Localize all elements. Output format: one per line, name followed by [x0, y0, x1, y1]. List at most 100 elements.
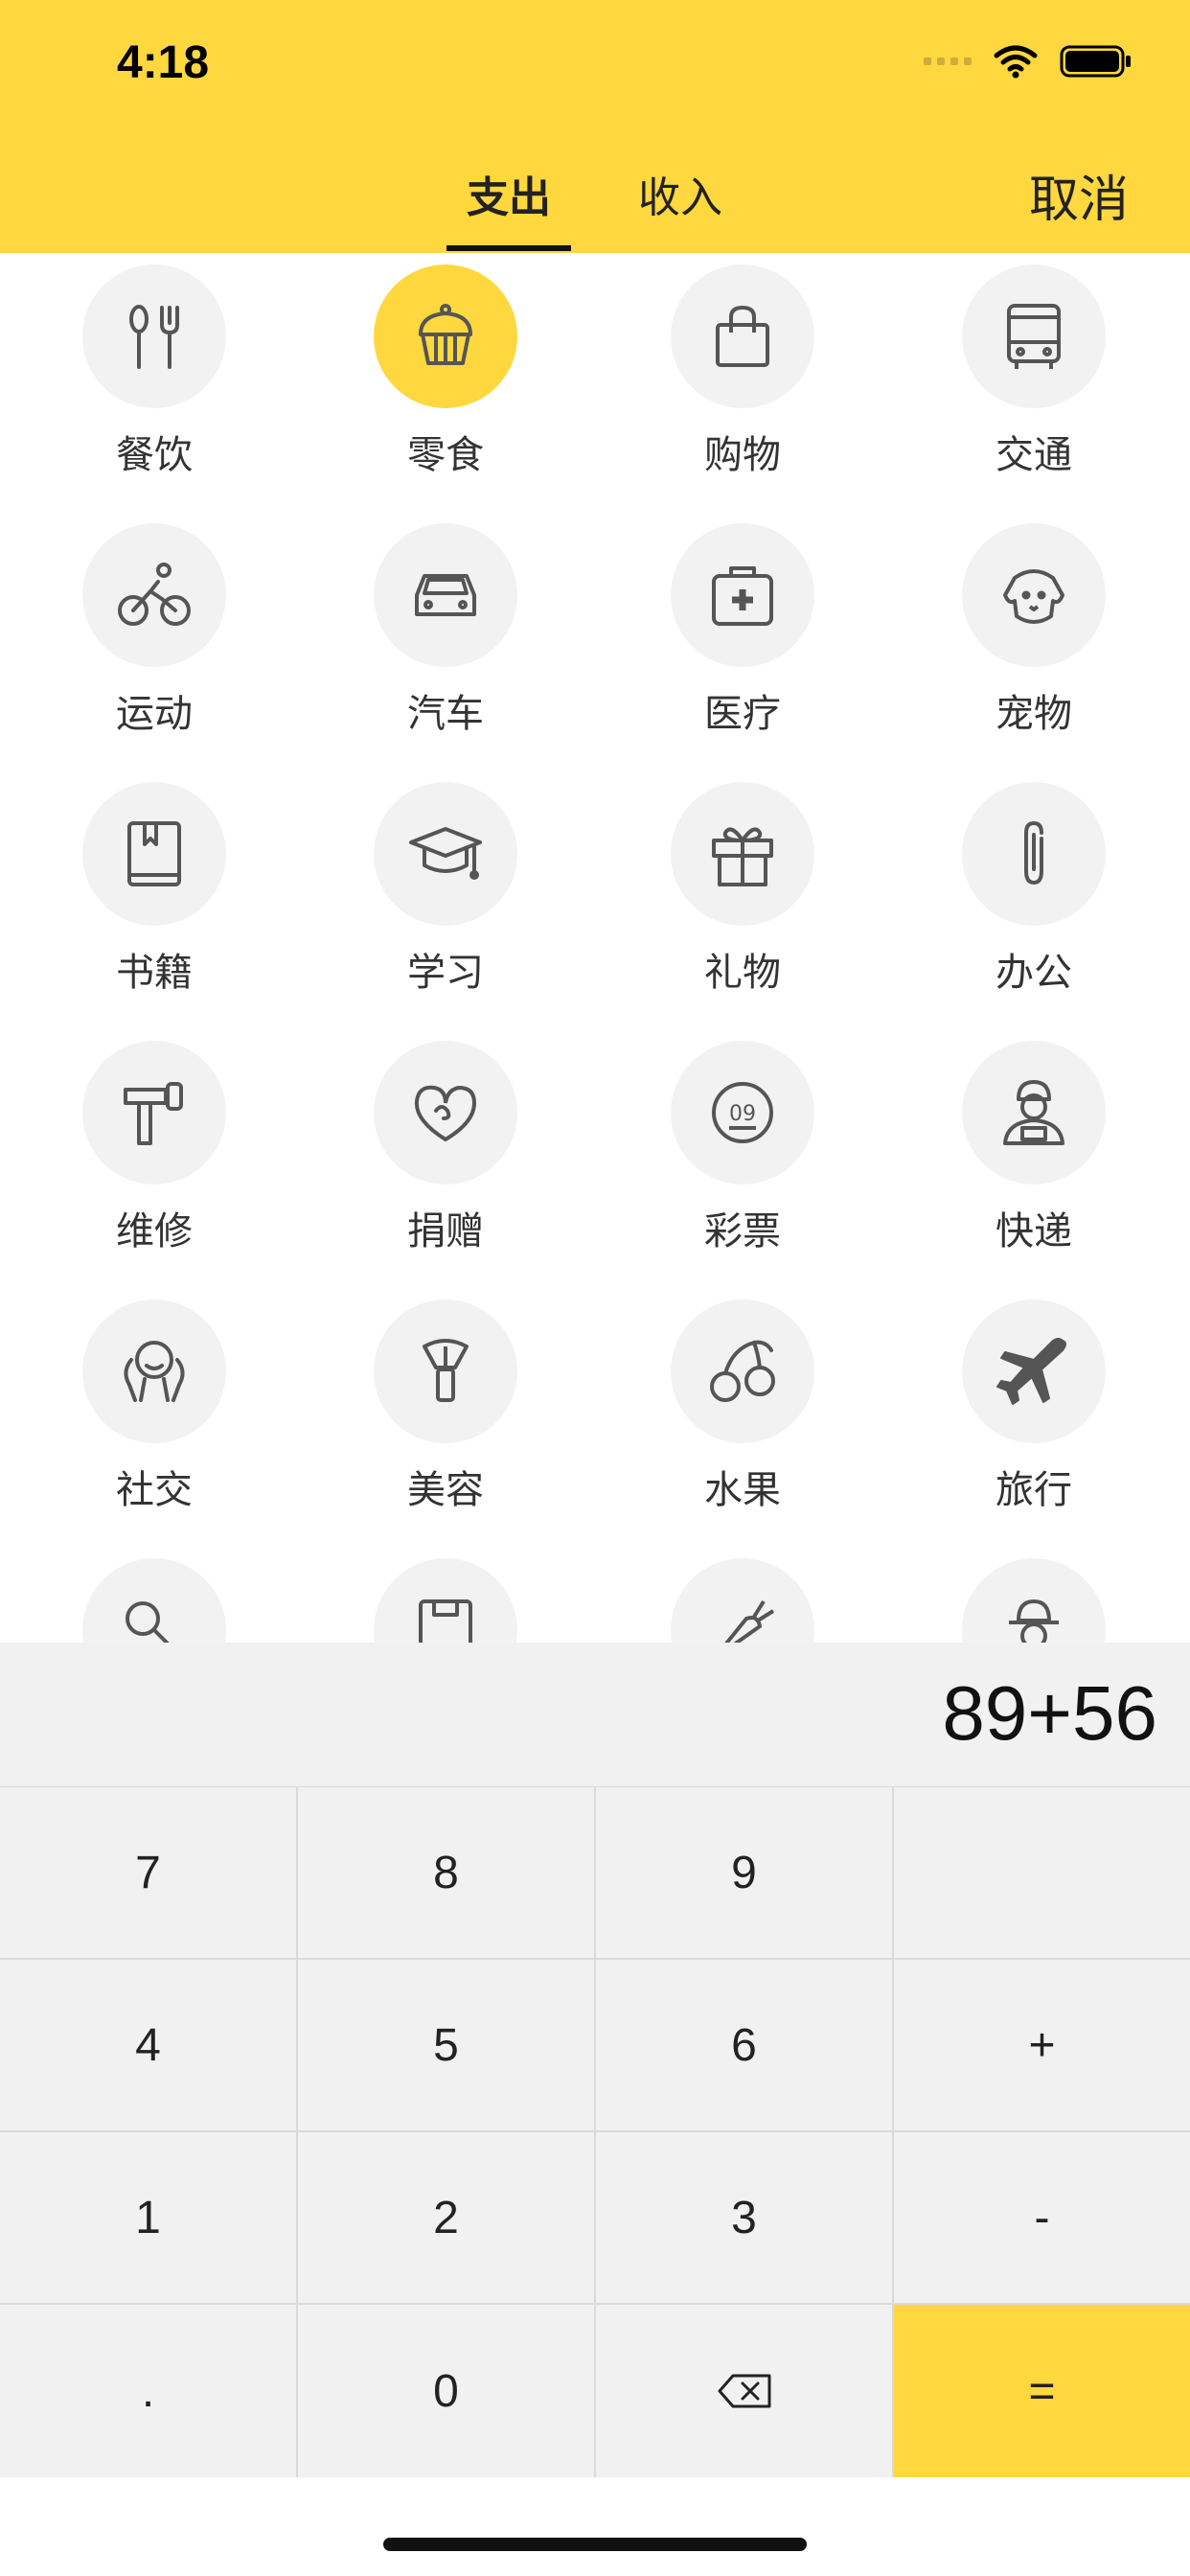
- bus-icon: [1007, 304, 1061, 369]
- key-decimal[interactable]: .: [0, 2305, 296, 2477]
- category-label: 零食: [407, 433, 484, 477]
- category-icon-circle: [671, 782, 814, 926]
- category-icon-circle: [82, 782, 226, 926]
- makeup-brush-icon: [423, 1339, 469, 1402]
- tab-expense[interactable]: 支出: [467, 163, 551, 224]
- key-plus[interactable]: +: [894, 1960, 1190, 2130]
- person-hat-icon: [1009, 1599, 1059, 1643]
- courier-icon: [1003, 1080, 1064, 1145]
- category-gift[interactable]: 礼物: [594, 770, 891, 1029]
- category-study[interactable]: 学习: [297, 770, 594, 1029]
- airplane-icon: [996, 1338, 1066, 1405]
- key-9[interactable]: 9: [596, 1787, 892, 1958]
- medical-kit-icon: [712, 566, 773, 626]
- category-label: 旅行: [995, 1468, 1072, 1512]
- category-social[interactable]: 社交: [6, 1288, 303, 1547]
- heart-icon: [414, 1085, 477, 1141]
- category-transport[interactable]: 交通: [885, 253, 1182, 512]
- key-minus[interactable]: -: [894, 2132, 1190, 2303]
- category-express[interactable]: 快递: [885, 1029, 1182, 1288]
- category-icon-circle: [671, 1558, 814, 1643]
- key-6[interactable]: 6: [596, 1960, 892, 2130]
- amount-display: 89+56: [942, 1670, 1157, 1756]
- category-icon-circle: [671, 523, 814, 667]
- people-icon: [124, 1341, 185, 1402]
- category-icon-circle: [82, 523, 226, 667]
- category-grid: 餐饮 零食 购物 交通 运动 汽车 医疗 宠物 书籍 学习 礼物 办公 维修 捐…: [0, 253, 1190, 1643]
- category-item-partial[interactable]: [594, 1547, 891, 1643]
- key-equals[interactable]: =: [894, 2305, 1190, 2477]
- category-icon-circle: [962, 1300, 1106, 1443]
- car-icon: [415, 574, 476, 616]
- key-1[interactable]: 1: [0, 2132, 296, 2303]
- category-label: 书籍: [116, 951, 193, 995]
- key-3[interactable]: 3: [596, 2132, 892, 2303]
- category-label: 宠物: [995, 692, 1072, 736]
- cupcake-icon: [419, 304, 472, 365]
- category-car[interactable]: 汽车: [297, 512, 594, 770]
- header-bar: 4:18 支出 收入 取消: [0, 0, 1190, 253]
- book-icon: [127, 821, 181, 886]
- category-label: 汽车: [407, 692, 484, 736]
- document-icon: [419, 1599, 472, 1643]
- key-blank[interactable]: [894, 1787, 1190, 1958]
- key-8[interactable]: 8: [298, 1787, 594, 1958]
- key-2[interactable]: 2: [298, 2132, 594, 2303]
- home-indicator[interactable]: [383, 2538, 807, 2551]
- category-label: 餐饮: [116, 433, 193, 477]
- category-shopping[interactable]: 购物: [594, 253, 891, 512]
- category-travel[interactable]: 旅行: [885, 1288, 1182, 1547]
- category-lottery[interactable]: 09 彩票: [594, 1029, 891, 1288]
- category-repair[interactable]: 维修: [6, 1029, 303, 1288]
- key-0[interactable]: 0: [298, 2305, 594, 2477]
- tab-income[interactable]: 收入: [638, 163, 722, 224]
- cellular-signal-icon: [924, 58, 972, 65]
- shopping-bag-icon: [716, 306, 769, 367]
- dog-icon: [1003, 569, 1064, 624]
- category-fruit[interactable]: 水果: [594, 1288, 891, 1547]
- category-donation[interactable]: 捐赠: [297, 1029, 594, 1288]
- category-icon-circle: [374, 1300, 517, 1443]
- category-beauty[interactable]: 美容: [297, 1288, 594, 1547]
- category-icon-circle: [962, 523, 1106, 667]
- category-item-partial[interactable]: [297, 1547, 594, 1643]
- category-icon-circle: [374, 1041, 517, 1184]
- key-7[interactable]: 7: [0, 1787, 296, 1958]
- key-backspace[interactable]: [596, 2305, 892, 2477]
- category-item-partial[interactable]: [6, 1547, 303, 1643]
- category-icon-circle: [82, 1558, 226, 1643]
- key-5[interactable]: 5: [298, 1960, 594, 2130]
- key-4[interactable]: 4: [0, 1960, 296, 2130]
- category-pets[interactable]: 宠物: [885, 512, 1182, 770]
- status-time: 4:18: [117, 37, 210, 88]
- category-books[interactable]: 书籍: [6, 770, 303, 1029]
- cherry-icon: [710, 1340, 775, 1402]
- category-icon-circle: [962, 782, 1106, 926]
- category-label: 快递: [995, 1209, 1072, 1254]
- category-icon-circle: [82, 264, 226, 408]
- category-snacks[interactable]: 零食: [297, 253, 594, 512]
- carrot-icon: [724, 1599, 775, 1643]
- svg-text:09: 09: [729, 1102, 756, 1126]
- category-medical[interactable]: 医疗: [594, 512, 891, 770]
- category-label: 捐赠: [407, 1209, 484, 1254]
- category-label: 美容: [407, 1468, 484, 1512]
- category-sports[interactable]: 运动: [6, 512, 303, 770]
- cancel-button[interactable]: 取消: [1029, 159, 1129, 231]
- category-office[interactable]: 办公: [885, 770, 1182, 1029]
- hammer-icon: [124, 1082, 183, 1145]
- category-label: 彩票: [704, 1209, 781, 1254]
- category-item-partial[interactable]: [885, 1547, 1182, 1643]
- category-label: 运动: [116, 692, 193, 736]
- active-tab-indicator: [446, 245, 571, 251]
- category-icon-circle: [82, 1041, 226, 1184]
- category-label: 医疗: [704, 692, 781, 736]
- number-keypad: 7 8 9 4 5 6 + 1 2 3 - . 0 =: [0, 1787, 1190, 2477]
- backspace-icon: [718, 2374, 770, 2408]
- lottery-ball-icon: 09: [712, 1082, 773, 1143]
- gift-icon: [712, 827, 773, 886]
- category-icon-circle: [962, 264, 1106, 408]
- category-dining[interactable]: 餐饮: [6, 253, 303, 512]
- category-label: 办公: [995, 951, 1072, 995]
- battery-icon: [1060, 45, 1131, 78]
